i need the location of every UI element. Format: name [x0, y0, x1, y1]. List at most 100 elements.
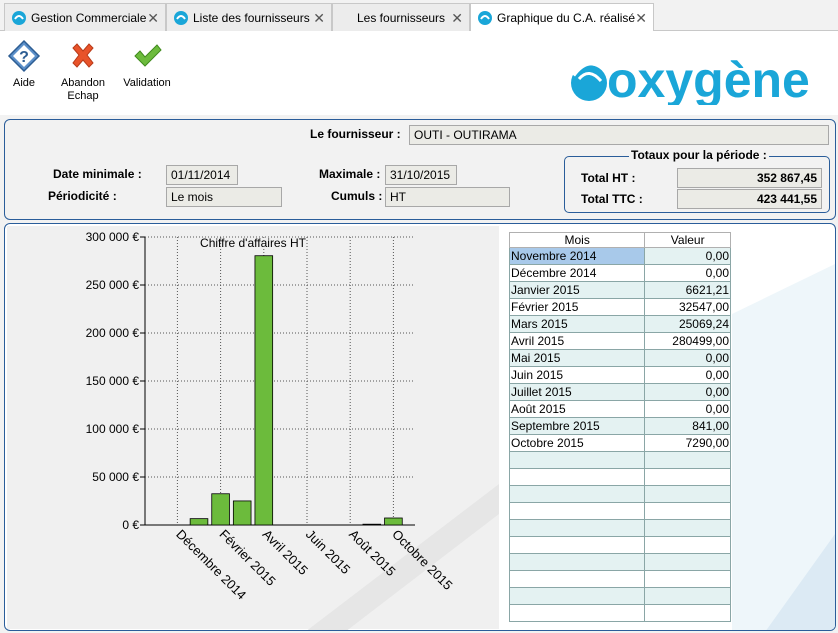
- table-row[interactable]: Mars 2015 25069,24: [508, 315, 731, 333]
- table-row[interactable]: [508, 502, 731, 520]
- cell-mois: [508, 485, 646, 503]
- palm-logo-icon: [478, 11, 492, 25]
- supplier-field[interactable]: OUTI - OUTIRAMA: [409, 125, 829, 145]
- tab-liste-fournisseurs[interactable]: Liste des fournisseurs ✕: [166, 3, 332, 31]
- tab-gestion-commerciale[interactable]: Gestion Commerciale ✕: [4, 3, 166, 31]
- cell-mois: [508, 502, 646, 520]
- close-icon[interactable]: ✕: [635, 10, 647, 27]
- cell-mois: [508, 553, 646, 571]
- cell-mois: Août 2015: [508, 400, 646, 418]
- table-row[interactable]: Janvier 2015 6621,21: [508, 281, 731, 299]
- bar: [232, 500, 252, 526]
- y-tick-label: 50 000 €: [92, 470, 139, 484]
- bar: [384, 517, 403, 526]
- column-header-mois[interactable]: Mois: [508, 232, 646, 248]
- table-row[interactable]: Octobre 2015 7290,00: [508, 434, 731, 452]
- table-row[interactable]: Décembre 2014 0,00: [508, 264, 731, 282]
- cell-mois: [508, 536, 646, 554]
- cumul-field[interactable]: HT: [385, 187, 510, 207]
- tab-label: Les fournisseurs: [357, 10, 446, 25]
- y-tick-label: 300 000 €: [86, 230, 140, 244]
- cell-valeur: [644, 451, 731, 469]
- bar: [189, 518, 209, 526]
- palm-logo-icon: [174, 10, 188, 25]
- bar: [254, 255, 274, 526]
- table-row[interactable]: Septembre 2015 841,00: [508, 417, 731, 435]
- y-tick-label: 250 000 €: [86, 278, 140, 292]
- close-icon[interactable]: ✕: [451, 10, 463, 27]
- totals-group: Totaux pour la période : Total HT : 352 …: [564, 148, 830, 213]
- table-row[interactable]: Mai 2015 0,00: [508, 349, 731, 367]
- periodicity-field[interactable]: Le mois: [166, 187, 282, 207]
- bar: [362, 523, 382, 526]
- table-row[interactable]: [508, 553, 731, 571]
- cell-valeur: 0,00: [644, 349, 731, 367]
- cell-mois: Juillet 2015: [508, 383, 646, 401]
- table-row[interactable]: [508, 570, 731, 588]
- cell-valeur: [644, 536, 731, 554]
- table-row[interactable]: Février 2015 32547,00: [508, 298, 731, 316]
- table-row[interactable]: [508, 604, 731, 622]
- table-row[interactable]: Avril 2015 280499,00: [508, 332, 731, 350]
- cell-mois: Avril 2015: [508, 332, 646, 350]
- cell-mois: [508, 604, 646, 622]
- min-date-field[interactable]: 01/11/2014: [166, 165, 238, 185]
- close-icon[interactable]: ✕: [147, 10, 159, 27]
- y-tick-label: 150 000 €: [86, 374, 140, 388]
- cell-valeur: 0,00: [644, 264, 731, 282]
- oxygene-logo: oxygène: [570, 52, 810, 105]
- tab-graphique-ca[interactable]: Graphique du C.A. réalisé ✕: [470, 3, 654, 32]
- table-header: Mois Valeur: [508, 232, 731, 248]
- tab-les-fournisseurs[interactable]: Les fournisseurs ✕: [332, 3, 470, 31]
- cell-valeur: 0,00: [644, 400, 731, 418]
- help-button[interactable]: ? Aide: [6, 39, 42, 90]
- column-header-valeur[interactable]: Valeur: [644, 232, 731, 248]
- cell-mois: [508, 587, 646, 605]
- main-panel: Chiffre d'affaires HT 0 € 50 000 € 100 000…: [4, 223, 836, 631]
- cancel-icon: [72, 43, 94, 68]
- revenue-bar-chart: Chiffre d'affaires HT 0 € 50 000 € 100 000…: [86, 230, 456, 603]
- logo-text: oxygène: [607, 52, 810, 105]
- cell-valeur: 0,00: [644, 247, 731, 265]
- totals-title: Totaux pour la période :: [629, 148, 769, 162]
- table-row[interactable]: [508, 519, 731, 537]
- validate-label: Validation: [123, 77, 171, 89]
- cell-valeur: 0,00: [644, 383, 731, 401]
- table-row[interactable]: [508, 587, 731, 605]
- table-row[interactable]: Juin 2015 0,00: [508, 366, 731, 384]
- cell-valeur: [644, 570, 731, 588]
- cell-mois: Juin 2015: [508, 366, 646, 384]
- table-row[interactable]: Novembre 2014 0,00: [508, 247, 731, 265]
- table-row[interactable]: Août 2015 0,00: [508, 400, 731, 418]
- palm-logo-icon: [12, 10, 26, 25]
- cell-mois: [508, 451, 646, 469]
- table-row[interactable]: [508, 485, 731, 503]
- values-table: Mois Valeur Novembre 2014 0,00 Décembre 20…: [508, 232, 731, 622]
- max-date-label: Maximale :: [319, 167, 381, 181]
- x-tick-label: Juin 2015: [303, 527, 353, 577]
- cell-valeur: [644, 604, 731, 622]
- tab-label: Liste des fournisseurs: [193, 10, 310, 25]
- cell-valeur: 280499,00: [644, 332, 731, 350]
- table-row[interactable]: [508, 451, 731, 469]
- table-row[interactable]: [508, 468, 731, 486]
- chart-title: Chiffre d'affaires HT: [200, 236, 307, 250]
- tab-label: Graphique du C.A. réalisé: [497, 11, 636, 25]
- tab-label: Gestion Commerciale: [31, 10, 147, 25]
- svg-text:?: ?: [19, 49, 29, 66]
- close-icon[interactable]: ✕: [313, 10, 325, 27]
- table-row[interactable]: [508, 536, 731, 554]
- table-row[interactable]: Juillet 2015 0,00: [508, 383, 731, 401]
- cell-mois: Décembre 2014: [508, 264, 646, 282]
- cell-mois: [508, 468, 646, 486]
- total-ht-value: 352 867,45: [677, 168, 822, 188]
- cell-valeur: [644, 502, 731, 520]
- max-date-field[interactable]: 31/10/2015: [385, 165, 457, 185]
- cancel-button[interactable]: Abandon Echap: [58, 39, 108, 103]
- cell-mois: Novembre 2014: [508, 247, 646, 265]
- validate-button[interactable]: Validation: [120, 39, 174, 90]
- cell-valeur: 6621,21: [644, 281, 731, 299]
- cell-valeur: [644, 587, 731, 605]
- supplier-label: Le fournisseur :: [310, 127, 401, 141]
- filter-panel: Le fournisseur : OUTI - OUTIRAMA Date mi…: [4, 119, 836, 220]
